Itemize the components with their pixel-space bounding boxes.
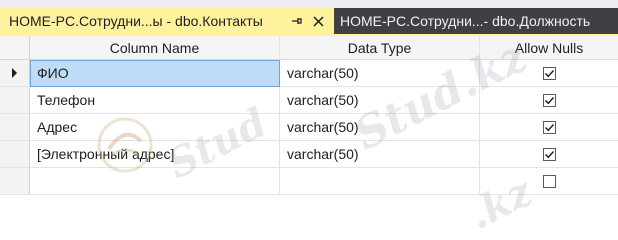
table-row-new[interactable] xyxy=(0,168,618,195)
grid-header: Column Name Data Type Allow Nulls xyxy=(0,36,618,60)
row-selector[interactable] xyxy=(0,114,30,141)
column-name-cell[interactable] xyxy=(30,168,280,195)
data-type-cell[interactable]: varchar(50) xyxy=(280,114,480,141)
table-row[interactable]: Телефон varchar(50) xyxy=(0,87,618,114)
column-header-type[interactable]: Data Type xyxy=(280,36,480,60)
table-row[interactable]: [Электронный адрес] varchar(50) xyxy=(0,141,618,168)
checkmark-icon xyxy=(544,123,554,131)
row-selector[interactable] xyxy=(0,60,30,87)
data-type-cell[interactable]: varchar(50) xyxy=(280,141,480,168)
allow-nulls-cell xyxy=(480,87,618,114)
table-row[interactable]: Адрес varchar(50) xyxy=(0,114,618,141)
allow-nulls-cell xyxy=(480,114,618,141)
column-header-nulls[interactable]: Allow Nulls xyxy=(480,36,618,60)
document-tab-strip: HOME-PC.Сотрудни...ы - dbo.Контакты HOME… xyxy=(0,0,618,34)
data-type-cell[interactable]: varchar(50) xyxy=(280,87,480,114)
checkmark-icon xyxy=(544,150,554,158)
allow-nulls-checkbox[interactable] xyxy=(542,147,556,161)
table-row[interactable]: ФИО varchar(50) xyxy=(0,60,618,87)
column-name-cell[interactable]: Адрес xyxy=(30,114,280,141)
allow-nulls-checkbox[interactable] xyxy=(542,66,556,80)
allow-nulls-cell xyxy=(480,141,618,168)
column-name-cell[interactable]: ФИО xyxy=(30,60,280,87)
tab-title: HOME-PC.Сотрудни...ы - dbo.Контакты xyxy=(9,13,263,29)
column-name-cell[interactable]: [Электронный адрес] xyxy=(30,141,280,168)
data-type-cell[interactable]: varchar(50) xyxy=(280,60,480,87)
tab-dolzhnost[interactable]: HOME-PC.Сотрудни...- dbo.Должность xyxy=(334,8,618,34)
current-row-arrow-icon xyxy=(12,68,17,78)
header-corner xyxy=(0,36,30,60)
allow-nulls-checkbox[interactable] xyxy=(542,174,556,188)
allow-nulls-checkbox[interactable] xyxy=(542,120,556,134)
checkmark-icon xyxy=(544,96,554,104)
row-selector[interactable] xyxy=(0,87,30,114)
column-header-name[interactable]: Column Name xyxy=(30,36,280,60)
row-selector[interactable] xyxy=(0,168,30,195)
allow-nulls-cell xyxy=(480,168,618,195)
allow-nulls-checkbox[interactable] xyxy=(542,93,556,107)
columns-grid: Column Name Data Type Allow Nulls ФИО va… xyxy=(0,36,618,203)
close-icon[interactable] xyxy=(309,8,327,34)
data-type-cell[interactable] xyxy=(280,168,480,195)
checkmark-icon xyxy=(544,69,554,77)
tab-kontakty[interactable]: HOME-PC.Сотрудни...ы - dbo.Контакты xyxy=(0,8,334,34)
pin-icon[interactable] xyxy=(287,8,305,34)
allow-nulls-cell xyxy=(480,60,618,87)
column-name-cell[interactable]: Телефон xyxy=(30,87,280,114)
table-designer-window: HOME-PC.Сотрудни...ы - dbo.Контакты HOME… xyxy=(0,0,618,239)
row-selector[interactable] xyxy=(0,141,30,168)
tab-title: HOME-PC.Сотрудни...- dbo.Должность xyxy=(340,13,591,29)
